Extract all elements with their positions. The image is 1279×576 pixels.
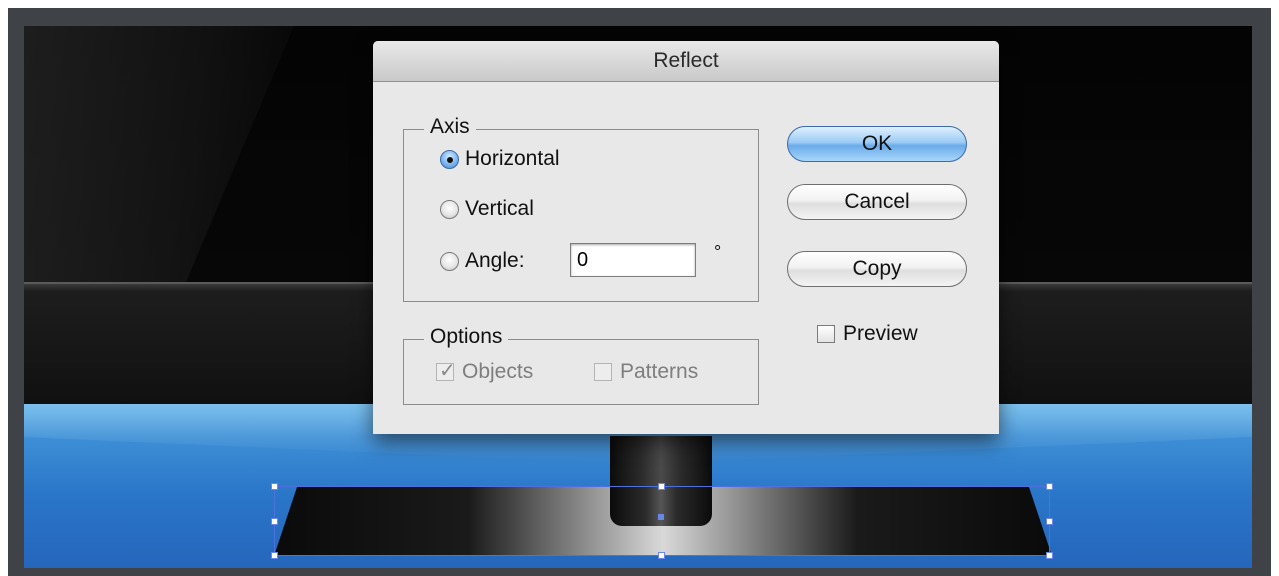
selection-handle-bottom-center[interactable]	[658, 552, 665, 559]
selection-center-point	[658, 514, 664, 520]
checkbox-unchecked-icon[interactable]	[594, 363, 612, 381]
selection-handle-bottom-left[interactable]	[271, 552, 278, 559]
selection-handle-middle-left[interactable]	[271, 518, 278, 525]
radio-vertical-label: Vertical	[465, 197, 534, 220]
selection-bounding-box[interactable]	[274, 486, 1050, 556]
objects-checkbox[interactable]: ✓ Objects	[436, 360, 533, 384]
patterns-label: Patterns	[620, 360, 699, 383]
selection-handle-middle-right[interactable]	[1046, 518, 1053, 525]
checkbox-checked-icon[interactable]: ✓	[436, 360, 456, 382]
selection-handle-top-left[interactable]	[271, 483, 278, 490]
options-group-title: Options	[424, 325, 509, 349]
checkbox-unchecked-icon[interactable]	[817, 325, 835, 343]
cancel-button[interactable]: Cancel	[787, 184, 967, 220]
degree-symbol: °	[714, 242, 722, 262]
radio-horizontal-label: Horizontal	[465, 147, 560, 170]
radio-horizontal[interactable]: Horizontal	[440, 147, 560, 171]
radio-vertical[interactable]: Vertical	[440, 197, 534, 221]
dialog-title: Reflect	[373, 41, 999, 82]
radio-selected-icon[interactable]	[440, 149, 459, 169]
preview-label: Preview	[843, 322, 918, 345]
options-group: Options ✓ Objects Patterns	[403, 325, 759, 405]
selection-handle-top-center[interactable]	[658, 483, 665, 490]
selection-handle-bottom-right[interactable]	[1046, 552, 1053, 559]
selection-handle-top-right[interactable]	[1046, 483, 1053, 490]
radio-unselected-icon[interactable]	[440, 251, 459, 271]
preview-checkbox[interactable]: Preview	[817, 322, 918, 346]
reflect-dialog: Reflect Axis Horizontal Vertical Angle: …	[373, 41, 999, 434]
axis-group: Axis Horizontal Vertical Angle: 0 °	[403, 115, 759, 302]
patterns-checkbox[interactable]: Patterns	[594, 360, 698, 384]
ok-button[interactable]: OK	[787, 126, 967, 162]
copy-button[interactable]: Copy	[787, 251, 967, 287]
objects-label: Objects	[462, 360, 534, 383]
radio-angle[interactable]: Angle:	[440, 249, 525, 273]
radio-angle-label: Angle:	[465, 249, 525, 272]
radio-unselected-icon[interactable]	[440, 199, 459, 219]
angle-input[interactable]: 0	[570, 243, 696, 277]
axis-group-title: Axis	[424, 115, 476, 139]
